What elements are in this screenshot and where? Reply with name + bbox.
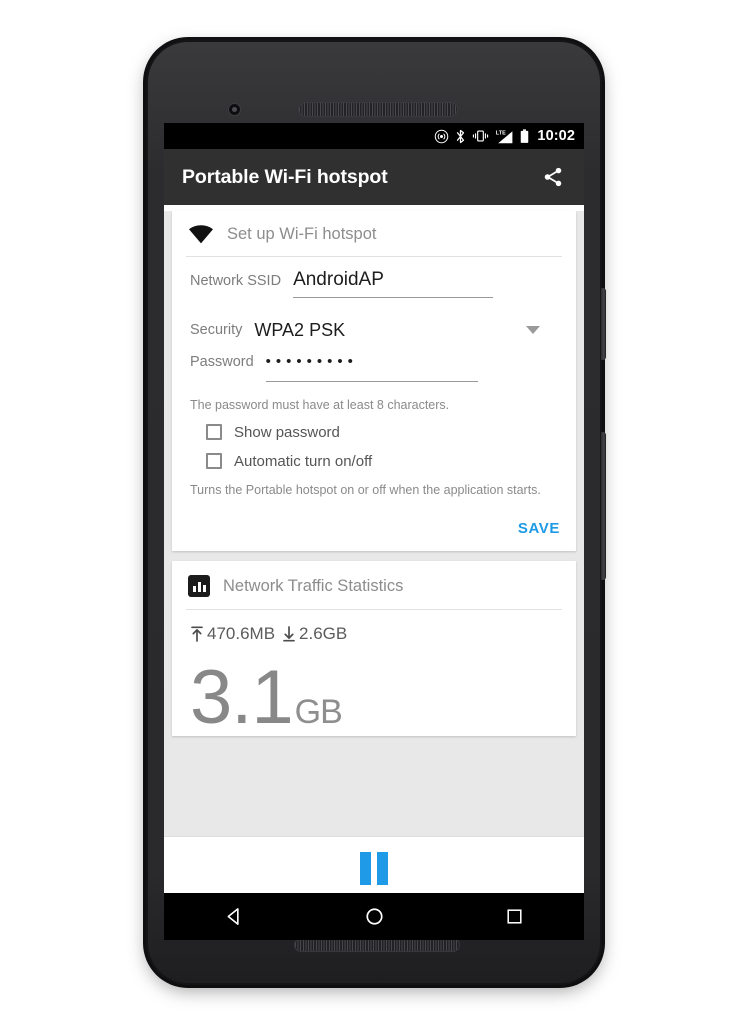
- phone-screen: LTE 10:02 Portable Wi-Fi hotspot Set up …: [164, 123, 584, 893]
- total-usage-unit: GB: [294, 693, 343, 731]
- page-title: Portable Wi-Fi hotspot: [182, 165, 388, 188]
- bluetooth-icon: [457, 129, 465, 143]
- stats-card-header: Network Traffic Statistics: [172, 561, 576, 609]
- hotspot-icon: [435, 129, 449, 143]
- content-scroll-area[interactable]: Set up Wi-Fi hotspot Network SSID Androi…: [164, 211, 584, 893]
- status-bar: LTE 10:02: [164, 123, 584, 149]
- stats-body: 470.6MB 2.6GB 3.1 GB: [172, 610, 576, 736]
- save-row: SAVE: [172, 502, 576, 543]
- security-row: Security WPA2 PSK: [190, 311, 558, 349]
- password-input[interactable]: •••••••••: [265, 353, 478, 382]
- total-usage: 3.1 GB: [190, 660, 558, 736]
- back-triangle-icon[interactable]: [211, 895, 257, 939]
- security-select[interactable]: WPA2 PSK: [254, 320, 526, 341]
- home-circle-icon[interactable]: [351, 895, 397, 939]
- save-button[interactable]: SAVE: [518, 520, 560, 537]
- vibrate-icon: [473, 130, 489, 142]
- security-label: Security: [190, 322, 243, 338]
- ssid-label: Network SSID: [190, 273, 282, 289]
- upload-icon: [191, 626, 203, 642]
- front-camera-icon: [228, 103, 241, 116]
- status-bar-time: 10:02: [537, 128, 575, 144]
- setup-card-title: Set up Wi-Fi hotspot: [227, 225, 377, 243]
- app-bar: Portable Wi-Fi hotspot: [164, 149, 584, 205]
- checkbox-icon[interactable]: [206, 424, 222, 440]
- ssid-input[interactable]: AndroidAP: [293, 269, 494, 298]
- phone-device-frame: LTE 10:02 Portable Wi-Fi hotspot Set up …: [143, 37, 606, 988]
- pause-bar: [164, 836, 584, 893]
- upload-stat: 470.6MB: [190, 624, 275, 644]
- lte-signal-icon: LTE: [496, 130, 513, 143]
- power-button[interactable]: [601, 288, 606, 360]
- ssid-row: Network SSID AndroidAP: [190, 269, 558, 307]
- automatic-turn-onoff-label: Automatic turn on/off: [234, 452, 373, 470]
- download-stat: 2.6GB: [282, 624, 347, 644]
- setup-wifi-hotspot-card: Set up Wi-Fi hotspot Network SSID Androi…: [172, 211, 576, 551]
- battery-icon: [521, 128, 529, 143]
- bar-chart-icon: [188, 575, 210, 597]
- volume-rocker-button[interactable]: [601, 432, 606, 580]
- bottom-speaker-grille: [294, 938, 460, 952]
- checkbox-icon[interactable]: [206, 453, 222, 469]
- network-traffic-statistics-card: Network Traffic Statistics 470.6MB 2.6GB…: [172, 561, 576, 736]
- automatic-turn-onoff-checkbox[interactable]: Automatic turn on/off: [190, 447, 558, 476]
- traffic-summary: 470.6MB 2.6GB: [190, 624, 365, 644]
- password-hint: The password must have at least 8 charac…: [190, 398, 450, 412]
- total-usage-value: 3.1: [190, 655, 294, 740]
- setup-card-header: Set up Wi-Fi hotspot: [172, 211, 576, 256]
- earpiece-speaker-grille: [298, 102, 458, 117]
- download-icon: [283, 626, 295, 642]
- recents-square-icon[interactable]: [491, 895, 537, 939]
- password-label: Password: [190, 354, 254, 370]
- password-row: Password •••••••••: [190, 353, 558, 391]
- share-icon[interactable]: [538, 162, 568, 192]
- chevron-down-icon[interactable]: [526, 326, 540, 334]
- stats-card-title: Network Traffic Statistics: [223, 576, 404, 595]
- hotspot-form: Network SSID AndroidAP Security WPA2 PSK…: [172, 257, 576, 498]
- show-password-label: Show password: [234, 423, 340, 441]
- android-navigation-bar: [164, 893, 584, 940]
- pause-icon[interactable]: [360, 851, 388, 885]
- show-password-checkbox[interactable]: Show password: [190, 418, 558, 447]
- download-value: 2.6GB: [299, 624, 348, 643]
- automatic-turn-onoff-hint: Turns the Portable hotspot on or off whe…: [190, 482, 541, 497]
- upload-value: 470.6MB: [207, 624, 276, 643]
- wifi-icon: [189, 225, 213, 244]
- svg-text:LTE: LTE: [496, 130, 506, 136]
